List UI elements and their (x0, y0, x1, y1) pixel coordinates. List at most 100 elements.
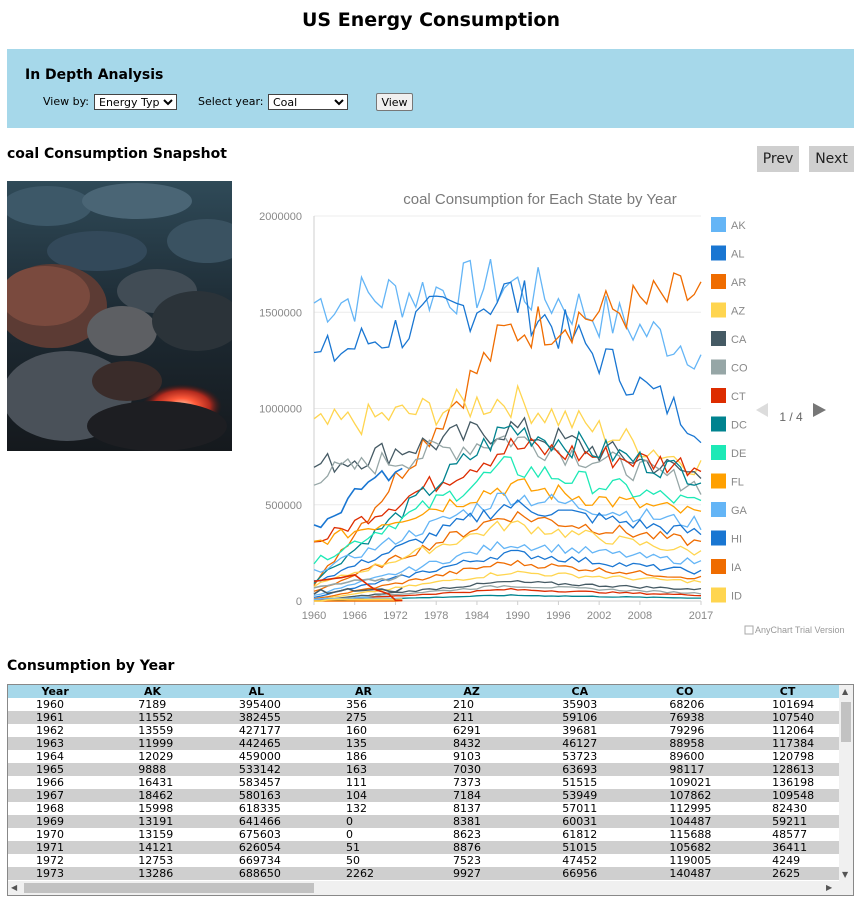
chart-credits[interactable]: AnyChart Trial Version (755, 625, 845, 635)
table-cell: 1966 (36, 776, 64, 789)
column-header-ak[interactable]: AK (102, 685, 203, 698)
view-button[interactable]: View (376, 93, 413, 111)
column-header-year[interactable]: Year (8, 685, 103, 698)
table-cell: 1964 (36, 750, 64, 763)
table-cell: 583457 (238, 776, 281, 789)
consumption-table-container[interactable]: Year AK AL AR AZ CA CO CT 1960 7189 395400 356 210 3… (7, 684, 854, 896)
table-cell: 47452 (562, 854, 598, 867)
legend-prev-icon[interactable] (756, 403, 768, 417)
table-cell: 136198 (772, 776, 815, 789)
coal-photo (7, 181, 232, 451)
legend-swatch[interactable] (711, 445, 726, 460)
legend-swatch[interactable] (711, 473, 726, 489)
vertical-scroll-thumb[interactable] (841, 702, 851, 742)
legend-next-icon[interactable] (813, 403, 826, 417)
legend-item-label[interactable]: HI (731, 534, 742, 546)
horizontal-scrollbar[interactable]: ◀ ▶ (8, 881, 853, 895)
column-header-ct[interactable]: CT (736, 685, 839, 698)
legend-item-label[interactable]: DC (731, 420, 747, 432)
column-header-al[interactable]: AL (202, 685, 310, 698)
legend-swatch[interactable] (711, 388, 726, 403)
legend-item-label[interactable]: AZ (731, 306, 745, 318)
prev-button[interactable]: Prev (757, 146, 799, 172)
table-cell: 12753 (138, 854, 174, 867)
analysis-heading: In Depth Analysis (25, 67, 164, 83)
legend-swatch[interactable] (711, 530, 726, 546)
column-header-az[interactable]: AZ (417, 685, 527, 698)
legend-item-label[interactable]: FL (731, 477, 744, 489)
legend-item-label[interactable]: AL (731, 249, 744, 261)
table-cell: 356 (345, 698, 367, 711)
legend-item-label[interactable]: CO (731, 363, 748, 375)
table-cell: 51 (309, 841, 418, 854)
consumption-table: Year AK AL AR AZ CA CO CT 1960 7189 395400 356 210 3… (8, 685, 839, 880)
x-tick-label: 1996 (546, 610, 570, 622)
table-cell: 1968 (36, 802, 64, 815)
table-row: 1971 14121 626054 51 8876 51015 105682 36411 (8, 841, 839, 854)
table-cell: 533142 (202, 763, 310, 776)
legend-item-label[interactable]: AK (731, 220, 746, 232)
table-cell: 13286 (102, 867, 203, 880)
glowing-coal-photo-icon (7, 181, 232, 451)
y-tick-label: 0 (296, 596, 302, 608)
legend-swatch[interactable] (711, 302, 726, 318)
legend-swatch[interactable] (711, 559, 726, 574)
legend-swatch[interactable] (711, 587, 726, 603)
table-cell: 59211 (736, 815, 839, 828)
scroll-up-icon[interactable]: ▲ (842, 687, 848, 697)
table-cell: 7189 (138, 698, 167, 711)
table-cell: 395400 (238, 698, 281, 711)
table-cell: 7373 (453, 776, 482, 789)
legend-item-label[interactable]: CT (731, 391, 746, 403)
table-cell: 275 (309, 711, 418, 724)
table-cell: 107540 (736, 711, 839, 724)
horizontal-scroll-thumb[interactable] (24, 883, 314, 893)
table-cell: 63693 (526, 763, 634, 776)
table-cell: 53949 (526, 789, 634, 802)
legend-item-label[interactable]: ID (731, 591, 742, 603)
table-cell: 6291 (453, 724, 482, 737)
legend-swatch[interactable] (711, 331, 726, 346)
table-cell: 1960 (36, 698, 64, 711)
next-button[interactable]: Next (809, 146, 854, 172)
legend-swatch[interactable] (711, 502, 726, 517)
legend-swatch[interactable] (711, 274, 726, 289)
column-header-ca[interactable]: CA (526, 685, 634, 698)
legend-item-label[interactable]: IA (731, 562, 742, 574)
column-header-co[interactable]: CO (633, 685, 737, 698)
legend-item-label[interactable]: DE (731, 448, 746, 460)
view-by-select[interactable]: Energy Type (94, 94, 177, 110)
scroll-down-icon[interactable]: ▼ (842, 870, 848, 880)
table-cell: 1970 (36, 828, 64, 841)
table-cell: 1961 (8, 711, 103, 724)
scroll-right-icon[interactable]: ▶ (826, 883, 832, 893)
table-cell: 57011 (562, 802, 598, 815)
legend-item-label[interactable]: CA (731, 334, 747, 346)
legend-swatch[interactable] (711, 245, 726, 261)
legend-item-label[interactable]: AR (731, 277, 746, 289)
legend-swatch[interactable] (711, 217, 726, 232)
column-header-ar[interactable]: AR (309, 685, 418, 698)
series-line (313, 280, 702, 444)
chart-title: coal Consumption for Each State by Year (403, 191, 677, 208)
table-cell: 160 (345, 724, 367, 737)
table-cell: 580163 (202, 789, 310, 802)
table-cell: 8137 (453, 802, 482, 815)
x-tick-label: 2008 (628, 610, 652, 622)
table-cell: 117384 (736, 737, 839, 750)
table-cell: 442465 (202, 737, 310, 750)
legend-swatch[interactable] (711, 416, 726, 432)
x-tick-label: 1966 (342, 610, 366, 622)
table-cell: 427177 (238, 724, 281, 737)
select-year-select[interactable]: Coal (268, 94, 348, 110)
table-row: 1973 13286 688650 2262 9927 66956 140487 2625 (8, 867, 839, 880)
vertical-scrollbar[interactable]: ▲ ▼ (839, 685, 853, 881)
table-cell: 60031 (526, 815, 634, 828)
table-cell: 8623 (453, 828, 482, 841)
legend-swatch[interactable] (711, 359, 726, 375)
table-cell: 51515 (562, 776, 598, 789)
table-row: 1970 13159 675603 0 8623 61812 115688 48577 (8, 828, 839, 841)
scroll-left-icon[interactable]: ◀ (11, 883, 17, 893)
table-cell: 626054 (202, 841, 310, 854)
legend-item-label[interactable]: GA (731, 505, 748, 517)
